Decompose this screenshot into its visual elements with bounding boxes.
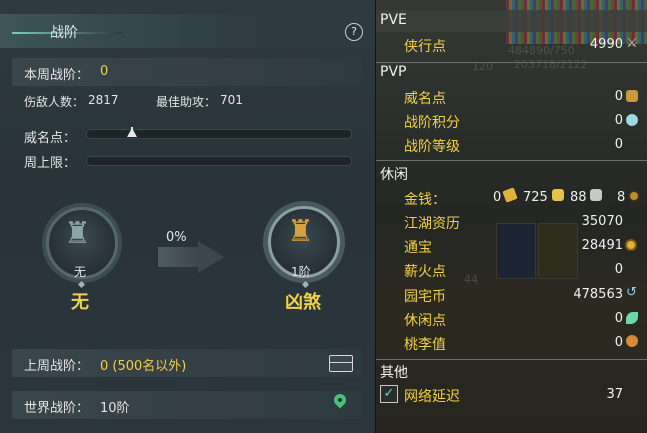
money-bronze-value: 8	[617, 190, 626, 205]
xinhuo-value: 0	[614, 262, 623, 277]
prestige-points-label: 威名点	[404, 91, 446, 107]
pvp-title: PVP	[380, 64, 407, 80]
network-latency-checkbox[interactable]: ✓	[380, 385, 398, 403]
money-silver-value: 725	[523, 190, 548, 205]
taoli-value: 0	[614, 335, 623, 350]
best-assist-label: 最佳助攻：	[156, 95, 217, 109]
network-latency-value: 37	[606, 387, 623, 402]
diamond-icon	[301, 280, 310, 289]
network-latency-label: 网络延迟	[404, 389, 460, 405]
battle-rank-panel: 战阶 ? 本周战阶： 0 伤敌人数： 2817 最佳助攻： 701 威名点： 周…	[0, 0, 376, 433]
house-coin-value: 478563	[573, 287, 623, 302]
rank-none-icon: ♜	[64, 216, 91, 251]
panel-title: 战阶	[50, 25, 78, 41]
rank-level-label: 战阶等级	[404, 139, 460, 155]
house-coin-icon: ↺	[626, 285, 637, 300]
arrow-right-icon	[198, 241, 224, 273]
jianghu-value: 35070	[581, 214, 623, 229]
section-divider	[376, 160, 647, 161]
sword-icon: ⚔	[626, 36, 638, 51]
pve-header	[376, 10, 647, 32]
rank-level-value: 0	[614, 137, 623, 152]
weekly-cap-label: 周上限：	[24, 156, 77, 171]
last-week-label: 上周战阶：	[24, 359, 90, 374]
xiaxing-value: 4990	[589, 37, 623, 52]
world-rank-value: 10阶	[100, 401, 130, 416]
pve-title: PVE	[380, 12, 407, 28]
current-rank-name: 无	[71, 292, 89, 313]
last-week-value: 0 (500名以外)	[100, 359, 187, 374]
weekly-cap-bar	[86, 156, 352, 166]
bronze-coin-icon	[628, 190, 640, 202]
money-label: 金钱：	[404, 192, 446, 208]
crystal-icon	[626, 114, 638, 126]
currency-panel: 484890/750 203718/2122 120 15 44 PVE 侠行点…	[376, 0, 647, 433]
help-button[interactable]: ?	[345, 23, 363, 41]
gold-coin-icon	[552, 189, 564, 201]
rank-score-value: 0	[614, 113, 623, 128]
prestige-label: 威名点：	[24, 131, 77, 146]
silver-coin-icon	[590, 189, 602, 201]
jianghu-label: 江湖资历	[404, 216, 460, 232]
rank-score-label: 战阶积分	[404, 115, 460, 131]
xinhuo-label: 薪火点	[404, 264, 446, 280]
rank-progress-text: 0%	[166, 230, 187, 245]
money-gold-value: 0	[493, 190, 502, 205]
world-rank-label: 世界战阶：	[24, 401, 90, 416]
coin-icon	[625, 239, 637, 251]
gourd-icon	[626, 335, 638, 347]
kills-label: 伤敌人数：	[24, 95, 85, 109]
tongbao-label: 通宝	[404, 240, 432, 256]
weekly-rank-value: 0	[100, 64, 109, 79]
leisure-points-value: 0	[614, 311, 623, 326]
tongbao-value: 28491	[581, 238, 623, 253]
taoli-label: 桃李值	[404, 337, 446, 353]
prestige-bar	[86, 129, 352, 139]
prestige-marker	[127, 128, 137, 137]
chest-icon[interactable]	[329, 355, 353, 372]
next-rank-small: 1阶	[291, 265, 311, 279]
other-title: 其他	[380, 365, 408, 381]
prestige-points-value: 0	[614, 89, 623, 104]
best-assist-value: 701	[220, 93, 243, 107]
rank-xiongsha-icon: ♜	[287, 214, 314, 249]
section-divider	[376, 359, 647, 360]
diamond-icon	[77, 280, 86, 289]
weekly-rank-label: 本周战阶：	[24, 68, 90, 83]
next-rank-name: 凶煞	[285, 292, 321, 313]
mask-icon	[626, 90, 638, 102]
current-rank-small: 无	[74, 265, 87, 279]
leisure-points-label: 休闲点	[404, 313, 446, 329]
house-coin-label: 园宅币	[404, 289, 446, 305]
kills-value: 2817	[88, 93, 119, 107]
money-copper-value: 88	[570, 190, 587, 205]
leisure-title: 休闲	[380, 167, 408, 183]
progress-arrow	[158, 247, 198, 267]
xiaxing-label: 侠行点	[404, 39, 446, 55]
section-divider	[376, 62, 647, 63]
